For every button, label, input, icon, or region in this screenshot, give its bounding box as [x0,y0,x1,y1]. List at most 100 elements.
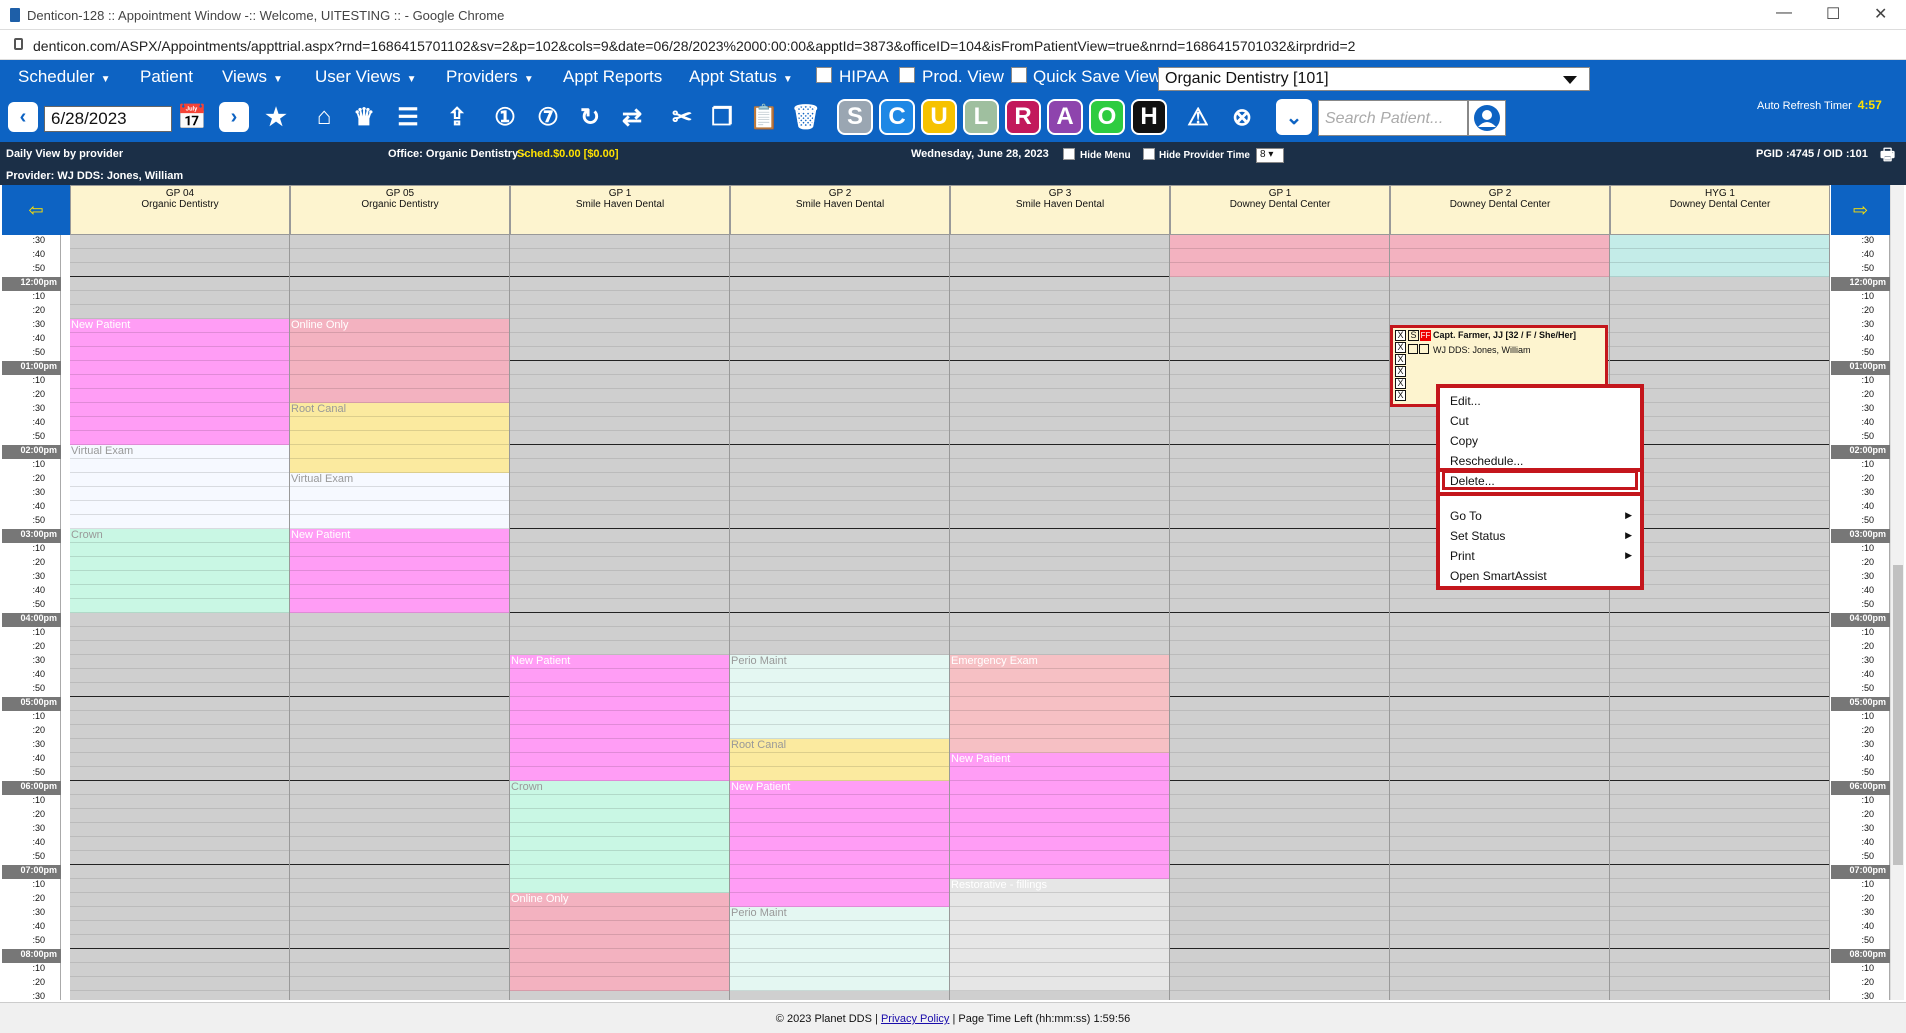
privacy-policy-link[interactable]: Privacy Policy [881,1013,949,1025]
time-slot[interactable] [1170,347,1389,361]
next-day-button[interactable]: › [219,102,249,132]
time-slot[interactable] [1170,487,1389,501]
time-slot[interactable] [1390,753,1609,767]
appointment-block[interactable]: New Patient [510,655,729,781]
time-slot[interactable] [1170,711,1389,725]
time-slot[interactable] [70,305,289,319]
time-slot[interactable] [510,263,729,277]
time-slot[interactable] [1610,809,1829,823]
time-slot[interactable] [1390,683,1609,697]
time-slot[interactable] [510,333,729,347]
time-slot[interactable] [70,739,289,753]
ctx-delete[interactable]: Delete... [1450,474,1495,488]
time-slot[interactable] [70,837,289,851]
time-slot[interactable] [730,375,949,389]
time-slot[interactable] [290,977,509,991]
time-slot[interactable] [1170,557,1389,571]
time-slot[interactable] [950,403,1169,417]
time-slot[interactable] [510,487,729,501]
time-slot[interactable] [1170,921,1389,935]
time-slot[interactable] [70,291,289,305]
time-slot[interactable] [1390,277,1609,291]
time-slot[interactable] [510,319,729,333]
time-slot[interactable] [510,529,729,543]
time-slot[interactable] [950,585,1169,599]
time-slot[interactable] [510,305,729,319]
favorite-calendar-icon[interactable]: ★ [258,99,294,135]
time-slot[interactable] [510,543,729,557]
provider-column[interactable]: Online Only Root Canal Virtual Exam New Pat… [290,235,510,1000]
time-slot[interactable] [1170,893,1389,907]
time-slot[interactable] [1170,781,1389,795]
time-slot[interactable] [1390,935,1609,949]
time-slot[interactable] [70,907,289,921]
time-slot[interactable] [70,991,289,1000]
time-slot[interactable] [1610,613,1829,627]
time-slot[interactable] [1610,599,1829,613]
time-slot[interactable] [510,501,729,515]
time-slot[interactable] [950,515,1169,529]
time-slot[interactable] [950,333,1169,347]
date-input[interactable] [44,106,172,132]
time-slot[interactable] [950,375,1169,389]
sync-icon[interactable]: ⇄ [614,99,650,135]
time-slot[interactable] [290,921,509,935]
time-slot[interactable] [70,963,289,977]
time-slot[interactable] [950,473,1169,487]
time-slot[interactable] [1610,305,1829,319]
time-slot[interactable] [1170,879,1389,893]
notes-icon[interactable]: ☰ [390,99,426,135]
time-slot[interactable] [950,543,1169,557]
column-header[interactable]: GP 2 Downey Dental Center [1390,185,1610,235]
cut-icon[interactable]: ✂ [664,99,700,135]
time-slot[interactable] [510,347,729,361]
time-slot[interactable] [730,431,949,445]
scrollbar-thumb[interactable] [1893,565,1903,865]
time-slot[interactable] [290,865,509,879]
time-slot[interactable] [730,305,949,319]
time-slot[interactable] [1170,375,1389,389]
column-header[interactable]: GP 1 Smile Haven Dental [510,185,730,235]
time-slot[interactable] [510,403,729,417]
appointment-block[interactable]: Perio Maint [730,655,949,739]
time-slot[interactable] [70,865,289,879]
ctx-edit[interactable]: Edit... [1450,394,1481,408]
time-slot[interactable] [290,935,509,949]
time-slot[interactable] [510,459,729,473]
calendar-7-day-icon[interactable]: ⑦ [530,99,566,135]
time-slot[interactable] [950,459,1169,473]
time-slot[interactable] [290,753,509,767]
patient-search-icon[interactable] [1468,100,1506,136]
time-slot[interactable] [730,291,949,305]
time-slot[interactable] [1170,725,1389,739]
time-slot[interactable] [290,655,509,669]
time-slot[interactable] [290,795,509,809]
appointment-block[interactable]: Crown [510,781,729,893]
time-slot[interactable] [290,893,509,907]
time-slot[interactable] [1610,627,1829,641]
close-window-icon[interactable]: ✕ [1874,4,1887,24]
time-slot[interactable] [70,809,289,823]
time-slot[interactable] [510,389,729,403]
time-slot[interactable] [510,991,729,1000]
appointment-block[interactable]: Restorative - fillings [950,879,1169,991]
time-slot[interactable] [290,823,509,837]
time-slot[interactable] [950,487,1169,501]
upload-calendar-icon[interactable]: ⇪ [439,99,475,135]
time-slot[interactable] [950,417,1169,431]
status-a-icon[interactable]: A [1047,99,1083,135]
time-slot[interactable] [70,823,289,837]
time-slot[interactable] [1390,697,1609,711]
appointment-block[interactable]: Virtual Exam [290,473,509,529]
appointment-block[interactable]: Emergency Exam [950,655,1169,753]
time-slot[interactable] [1610,893,1829,907]
time-slot[interactable] [1170,809,1389,823]
time-slot[interactable] [1610,347,1829,361]
time-slot[interactable] [1390,851,1609,865]
time-slot[interactable] [730,571,949,585]
office-dropdown[interactable]: Organic Dentistry [101] [1158,67,1590,91]
time-slot[interactable] [730,235,949,249]
time-slot[interactable] [510,375,729,389]
status-r-icon[interactable]: R [1005,99,1041,135]
minimize-icon[interactable]: — [1776,4,1792,22]
